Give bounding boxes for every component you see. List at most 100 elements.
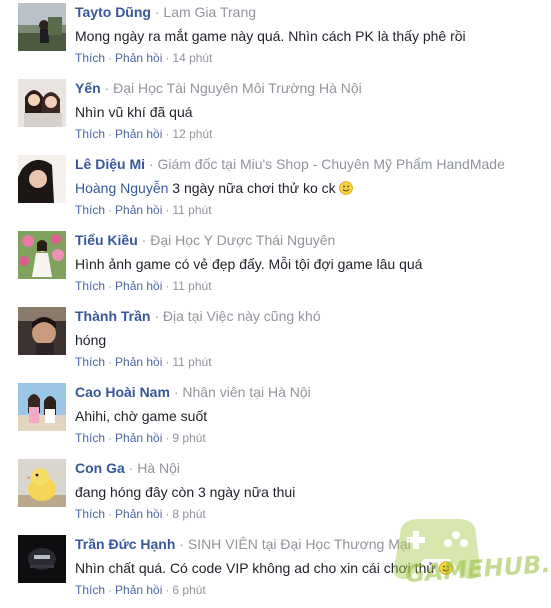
comment-text: Mong ngày ra mắt game này quá. Nhìn cách…: [75, 28, 466, 44]
comment-actions: Thích · Phản hồi · 8 phút: [75, 506, 206, 522]
reply-link[interactable]: Phản hồi: [115, 127, 162, 141]
comment-text-line: Nhìn chất quá. Có code VIP không ad cho …: [75, 559, 547, 577]
comment-author-info[interactable]: Hà Nội: [137, 460, 180, 476]
comment-author-info[interactable]: Đại Học Y Dược Thái Nguyên: [150, 232, 335, 248]
like-link[interactable]: Thích: [75, 431, 105, 445]
comment-timestamp[interactable]: 9 phút: [172, 431, 205, 445]
action-separator: ·: [165, 355, 170, 369]
comment-text: Nhìn chất quá. Có code VIP không ad cho …: [75, 560, 436, 576]
comment-text: Ahihi, chờ game suốt: [75, 408, 208, 424]
name-separator: ·: [154, 4, 160, 20]
comment-item: Cao Hoài Nam · Nhân viên tại Hà Nội Ahih…: [0, 380, 551, 456]
comment-timestamp[interactable]: 11 phút: [172, 355, 211, 369]
comment-item: Trần Đức Hạnh · SINH VIÊN tại Đại Học Th…: [0, 532, 551, 608]
avatar-image: [18, 459, 66, 507]
comment-author-info[interactable]: Địa tại Việc này cũng khó: [163, 308, 321, 324]
comment-author-link[interactable]: Tiểu Kiều: [75, 232, 138, 248]
name-separator: ·: [154, 308, 160, 324]
reply-link[interactable]: Phản hồi: [115, 583, 162, 597]
comment-actions: Thích · Phản hồi · 12 phút: [75, 126, 212, 142]
comment-text: Hình ảnh game có vẻ đẹp đấy. Mỗi tội đợi…: [75, 256, 423, 272]
reply-link[interactable]: Phản hồi: [115, 51, 162, 65]
action-separator: ·: [108, 279, 113, 293]
avatar[interactable]: [18, 3, 66, 51]
name-separator: ·: [173, 384, 179, 400]
reply-link[interactable]: Phản hồi: [115, 279, 162, 293]
comment-item: Tayto Dũng · Lam Gia Trang Mong ngày ra …: [0, 0, 551, 76]
action-separator: ·: [165, 431, 170, 445]
comment-author-info[interactable]: Đại Học Tài Nguyên Môi Trường Hà Nội: [113, 80, 362, 96]
like-link[interactable]: Thích: [75, 583, 105, 597]
name-separator: ·: [104, 80, 110, 96]
avatar[interactable]: [18, 535, 66, 583]
comment-item: Yến · Đại Học Tài Nguyên Môi Trường Hà N…: [0, 76, 551, 152]
comment-timestamp[interactable]: 14 phút: [172, 51, 212, 65]
comment-timestamp[interactable]: 6 phút: [172, 583, 205, 597]
like-link[interactable]: Thích: [75, 507, 105, 521]
comment-author-link[interactable]: Tayto Dũng: [75, 4, 151, 20]
avatar[interactable]: [18, 155, 66, 203]
comment-timestamp[interactable]: 8 phút: [172, 507, 205, 521]
comment-author-info[interactable]: SINH VIÊN tại Đại Học Thương Mại: [188, 536, 411, 552]
smile-emoji-icon: [338, 181, 353, 195]
comment-timestamp[interactable]: 11 phút: [172, 203, 211, 217]
like-link[interactable]: Thích: [75, 127, 105, 141]
comment-author-link[interactable]: Cao Hoài Nam: [75, 384, 170, 400]
action-separator: ·: [108, 127, 113, 141]
name-separator: ·: [128, 460, 134, 476]
like-link[interactable]: Thích: [75, 279, 105, 293]
like-link[interactable]: Thích: [75, 203, 105, 217]
reply-link[interactable]: Phản hồi: [115, 203, 162, 217]
action-separator: ·: [165, 279, 170, 293]
action-separator: ·: [165, 583, 170, 597]
comment-actions: Thích · Phản hồi · 9 phút: [75, 430, 206, 446]
reply-link[interactable]: Phản hồi: [115, 507, 162, 521]
tagged-user-link[interactable]: Hoàng Nguyễn: [75, 180, 168, 196]
avatar[interactable]: [18, 231, 66, 279]
comment-item: Lê Diệu Mi · Giám đốc tại Miu's Shop - C…: [0, 152, 551, 228]
avatar[interactable]: [18, 459, 66, 507]
action-separator: ·: [108, 507, 113, 521]
comment-author-info[interactable]: Lam Gia Trang: [163, 4, 256, 20]
avatar-image: [18, 307, 66, 355]
comment-author-info[interactable]: Nhân viên tại Hà Nội: [182, 384, 310, 400]
like-link[interactable]: Thích: [75, 51, 105, 65]
avatar-image: [18, 231, 66, 279]
comment-item: Thành Trần · Địa tại Việc này cũng khó h…: [0, 304, 551, 380]
comment-author-info[interactable]: Giám đốc tại Miu's Shop - Chuyên Mỹ Phẩm…: [157, 156, 504, 172]
action-separator: ·: [165, 507, 170, 521]
avatar-image: [18, 155, 66, 203]
comment-actions: Thích · Phản hồi · 11 phút: [75, 278, 212, 294]
comment-author-link[interactable]: Con Ga: [75, 460, 125, 476]
name-separator: ·: [179, 536, 184, 552]
avatar[interactable]: [18, 307, 66, 355]
avatar-image: [18, 79, 66, 127]
comment-text: đang hóng đây còn 3 ngày nữa thui: [75, 484, 296, 500]
comment-text: 3 ngày nữa chơi thử ko ck: [172, 180, 336, 196]
comment-text-line: Hoàng Nguyễn 3 ngày nữa chơi thử ko ck: [75, 179, 547, 197]
action-separator: ·: [108, 355, 113, 369]
comment-actions: Thích · Phản hồi · 11 phút: [75, 202, 212, 218]
comment-timestamp[interactable]: 11 phút: [172, 279, 211, 293]
avatar[interactable]: [18, 383, 66, 431]
comment-item: Con Ga · Hà Nội đang hóng đây còn 3 ngày…: [0, 456, 551, 532]
smile-emoji-icon: [438, 561, 453, 575]
action-separator: ·: [108, 583, 113, 597]
like-link[interactable]: Thích: [75, 355, 105, 369]
avatar-image: [18, 383, 66, 431]
comment-author-link[interactable]: Yến: [75, 80, 101, 96]
reply-link[interactable]: Phản hồi: [115, 355, 162, 369]
action-separator: ·: [165, 51, 170, 65]
comment-author-link[interactable]: Trần Đức Hạnh: [75, 536, 175, 552]
comment-actions: Thích · Phản hồi · 11 phút: [75, 354, 212, 370]
comment-author-link[interactable]: Thành Trần: [75, 308, 150, 324]
reply-link[interactable]: Phản hồi: [115, 431, 162, 445]
action-separator: ·: [108, 203, 113, 217]
action-separator: ·: [165, 203, 170, 217]
comment-actions: Thích · Phản hồi · 6 phút: [75, 582, 206, 598]
comment-timestamp[interactable]: 12 phút: [172, 127, 212, 141]
avatar[interactable]: [18, 79, 66, 127]
action-separator: ·: [165, 127, 170, 141]
comment-author-link[interactable]: Lê Diệu Mi: [75, 156, 145, 172]
name-separator: ·: [141, 232, 147, 248]
